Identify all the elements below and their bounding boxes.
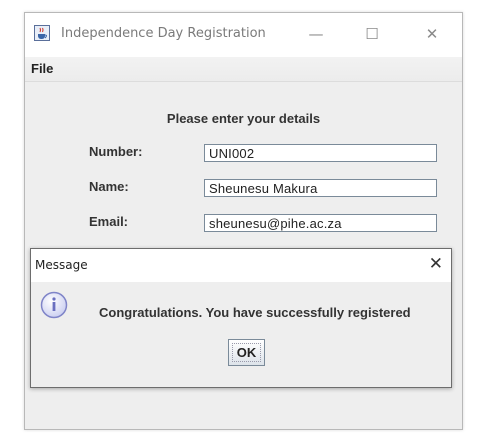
dialog-close-button[interactable]: ✕: [429, 254, 443, 274]
menu-bar: File: [25, 57, 462, 82]
window-titlebar[interactable]: Independence Day Registration — ☐ ✕: [25, 13, 462, 57]
ok-button[interactable]: OK: [228, 339, 265, 366]
email-field[interactable]: sheunesu@pihe.ac.za: [204, 214, 437, 232]
number-field[interactable]: UNI002: [204, 144, 437, 162]
dialog-title: Message: [35, 258, 88, 272]
dialog-message: Congratulations. You have successfully r…: [99, 305, 411, 320]
message-dialog: Message ✕ Congratulations. You have succ…: [30, 248, 452, 388]
window-title: Independence Day Registration: [61, 26, 266, 41]
name-label: Name:: [89, 179, 129, 194]
number-label: Number:: [89, 144, 143, 159]
java-cup-icon: [34, 25, 50, 41]
maximize-button[interactable]: ☐: [357, 21, 387, 47]
email-label: Email:: [89, 214, 129, 229]
info-icon: [40, 291, 68, 319]
focus-ring: [232, 343, 261, 362]
menu-file[interactable]: File: [31, 61, 53, 76]
minimize-button[interactable]: —: [301, 21, 331, 47]
dialog-titlebar[interactable]: Message ✕: [31, 249, 451, 282]
close-button[interactable]: ✕: [417, 21, 447, 47]
name-field[interactable]: Sheunesu Makura: [204, 179, 437, 197]
form-heading: Please enter your details: [166, 111, 321, 126]
